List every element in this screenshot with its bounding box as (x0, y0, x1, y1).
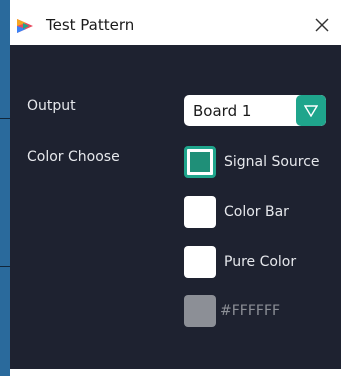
dialog-content: Output Board 1 Color Choose Signal Sourc… (10, 45, 341, 369)
output-select[interactable]: Board 1 (184, 95, 326, 126)
window-bottom-edge (10, 369, 341, 376)
divider (0, 266, 10, 267)
output-select-value: Board 1 (193, 102, 252, 120)
divider (0, 118, 10, 119)
title-bar: Test Pattern (10, 0, 341, 45)
color-value-label: #FFFFFF (220, 303, 281, 319)
dropdown-button[interactable] (296, 95, 326, 126)
color-swatch (184, 295, 216, 327)
color-choose-label: Color Choose (27, 149, 120, 165)
checked-indicator (190, 152, 210, 172)
color-bar-checkbox[interactable] (184, 196, 216, 228)
close-icon (315, 18, 329, 32)
pure-color-checkbox[interactable] (184, 246, 216, 278)
background-window-edge (0, 0, 10, 376)
color-bar-label: Color Bar (224, 204, 289, 220)
pure-color-label: Pure Color (224, 254, 297, 270)
chevron-down-icon (304, 104, 318, 117)
signal-source-checkbox[interactable] (184, 146, 216, 178)
output-label: Output (27, 98, 76, 114)
app-logo-icon (17, 19, 33, 33)
test-pattern-dialog: Test Pattern Output Board 1 Color Choose… (0, 0, 341, 376)
window-title: Test Pattern (46, 16, 135, 34)
signal-source-label: Signal Source (224, 154, 320, 170)
close-button[interactable] (309, 12, 335, 38)
